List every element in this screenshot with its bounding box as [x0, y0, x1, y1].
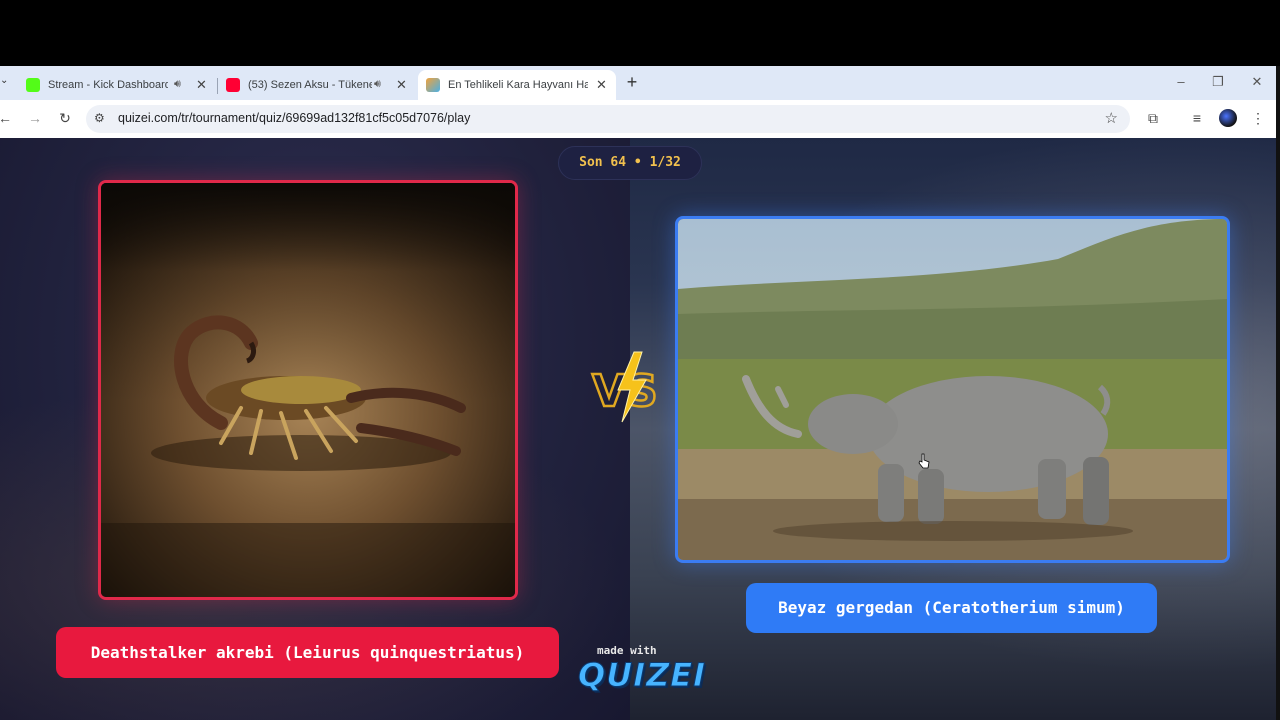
url-text[interactable]: quizei.com/tr/tournament/quiz/69699ad132… [118, 111, 470, 125]
tab-kick-dashboard[interactable]: Stream - Kick Dashboard 🔊︎ ✕ [18, 70, 214, 100]
round-badge: Son 64 • 1/32 [558, 146, 702, 180]
screen-top-bar [0, 0, 1280, 66]
left-choice-label[interactable]: Deathstalker akrebi (Leiurus quinquestri… [56, 627, 559, 678]
back-icon[interactable]: ← [0, 109, 14, 127]
right-choice-label[interactable]: Beyaz gergedan (Ceratotherium simum) [746, 583, 1157, 633]
quizei-favicon-icon [426, 78, 440, 92]
tab-title: Stream - Kick Dashboard [48, 79, 168, 91]
speaker-icon[interactable]: 🔊︎ [374, 78, 381, 91]
kick-favicon-icon [26, 78, 40, 92]
maximize-icon[interactable]: ❐ [1208, 72, 1228, 92]
media-controls-icon[interactable]: ≡ [1188, 109, 1206, 127]
address-bar[interactable]: ⚙︎ quizei.com/tr/tournament/quiz/69699ad… [86, 105, 1130, 133]
tab-search-chevron-icon[interactable]: ⌄ [0, 75, 10, 91]
youtube-favicon-icon [226, 78, 240, 92]
speaker-icon[interactable]: 🔊︎ [174, 78, 181, 91]
site-info-icon[interactable]: ⚙︎ [94, 111, 105, 125]
reload-icon[interactable]: ↻ [56, 109, 74, 127]
quiz-page: Son 64 • 1/32 Deathstalker akrebi (Leiur… [0, 138, 1276, 720]
close-tab-icon[interactable]: ✕ [196, 77, 207, 93]
right-choice-card[interactable] [675, 216, 1230, 563]
minimize-icon[interactable]: – [1171, 72, 1191, 92]
close-tab-icon[interactable]: ✕ [396, 77, 407, 93]
vs-emblem-icon: VS [591, 351, 659, 423]
scrollbar[interactable] [1276, 66, 1280, 720]
quizei-logo[interactable]: QUIZEI [577, 656, 706, 695]
close-window-icon[interactable]: ✕ [1247, 72, 1267, 92]
menu-dots-icon[interactable]: ⋮ [1249, 109, 1267, 127]
extensions-icon[interactable]: ⧉ [1144, 109, 1162, 127]
close-tab-icon[interactable]: ✕ [596, 77, 607, 93]
mouse-cursor-icon [918, 453, 930, 469]
browser-toolbar: ← → ↻ ⚙︎ quizei.com/tr/tournament/quiz/6… [0, 100, 1276, 138]
tab-title: En Tehlikeli Kara Hayvanı Hang [448, 79, 588, 91]
tab-quiz-active[interactable]: En Tehlikeli Kara Hayvanı Hang ✕ [418, 70, 616, 100]
new-tab-button[interactable]: + [624, 72, 640, 92]
left-choice-card[interactable] [98, 180, 518, 600]
scorpion-photo [101, 183, 515, 597]
rhino-photo [678, 219, 1227, 560]
profile-avatar-icon[interactable] [1219, 109, 1237, 127]
bookmark-star-icon[interactable]: ☆ [1105, 109, 1118, 127]
tab-title: (53) Sezen Aksu - Tükenece [248, 79, 372, 91]
forward-icon[interactable]: → [26, 109, 44, 127]
tab-youtube[interactable]: (53) Sezen Aksu - Tükenece 🔊︎ ✕ [218, 70, 414, 100]
